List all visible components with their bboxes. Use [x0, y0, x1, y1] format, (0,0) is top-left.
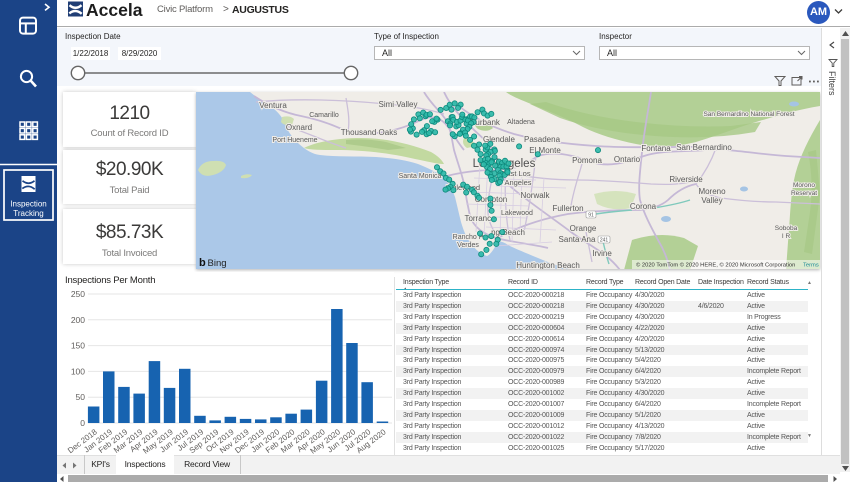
- svg-text:Orange: Orange: [570, 224, 597, 233]
- svg-text:Pasadena: Pasadena: [524, 135, 561, 144]
- svg-text:ng Beach: ng Beach: [491, 228, 525, 237]
- svg-text:Morono: Morono: [793, 182, 815, 189]
- svg-text:150: 150: [71, 341, 85, 351]
- svg-text:100: 100: [71, 366, 85, 376]
- svg-text:241: 241: [600, 237, 609, 243]
- svg-text:Camarillo: Camarillo: [309, 112, 339, 119]
- svg-text:San Bernardino: San Bernardino: [676, 143, 732, 152]
- svg-text:91: 91: [588, 212, 594, 218]
- svg-text:Riverside: Riverside: [669, 175, 703, 184]
- svg-text:Altadena: Altadena: [507, 119, 535, 126]
- svg-text:200: 200: [71, 315, 85, 325]
- svg-text:Norwalk: Norwalk: [521, 191, 551, 200]
- svg-text:Valley: Valley: [701, 196, 722, 205]
- svg-text:Soboba: Soboba: [775, 225, 798, 232]
- svg-text:Lakewood: Lakewood: [501, 210, 533, 217]
- svg-text:Fontana: Fontana: [641, 144, 671, 153]
- svg-text:Pomona: Pomona: [572, 156, 602, 165]
- svg-text:San Bernardino National Forest: San Bernardino National Forest: [703, 111, 794, 118]
- svg-text:Ontario: Ontario: [614, 155, 641, 164]
- svg-text:I R: I R: [782, 233, 791, 240]
- svg-text:Reservat: Reservat: [791, 190, 817, 197]
- svg-text:© 2020 TomTom © 2020 HERE, © 2: © 2020 TomTom © 2020 HERE, © 2020 Micros…: [636, 262, 795, 269]
- svg-text:50: 50: [76, 392, 86, 402]
- svg-text:Ventura: Ventura: [259, 101, 287, 110]
- svg-text:Oxnard: Oxnard: [286, 123, 312, 132]
- svg-text:Fullerton: Fullerton: [552, 204, 583, 213]
- svg-text:0: 0: [80, 418, 85, 428]
- svg-text:250: 250: [71, 289, 85, 299]
- svg-text:El Monte: El Monte: [529, 146, 561, 155]
- svg-text:Santa Monica: Santa Monica: [399, 173, 442, 180]
- svg-text:Thousand Oaks: Thousand Oaks: [341, 128, 397, 137]
- svg-text:Port Hueneme: Port Hueneme: [272, 137, 317, 144]
- svg-text:Angeles: Angeles: [504, 178, 531, 187]
- svg-text:b: b: [199, 257, 206, 269]
- svg-text:Inspection: Inspection: [10, 200, 46, 209]
- svg-text:Irvine: Irvine: [592, 249, 612, 258]
- svg-text:Moreno: Moreno: [698, 187, 726, 196]
- svg-text:Corona: Corona: [630, 202, 657, 211]
- svg-text:Verdes: Verdes: [457, 242, 479, 249]
- svg-text:Tracking: Tracking: [13, 209, 43, 218]
- svg-text:Huntington Beach: Huntington Beach: [516, 261, 580, 269]
- svg-text:Santa Ana: Santa Ana: [559, 235, 596, 244]
- svg-text:Terms: Terms: [803, 263, 819, 269]
- svg-text:Simi Valley: Simi Valley: [379, 100, 418, 109]
- svg-text:Bing: Bing: [208, 258, 227, 269]
